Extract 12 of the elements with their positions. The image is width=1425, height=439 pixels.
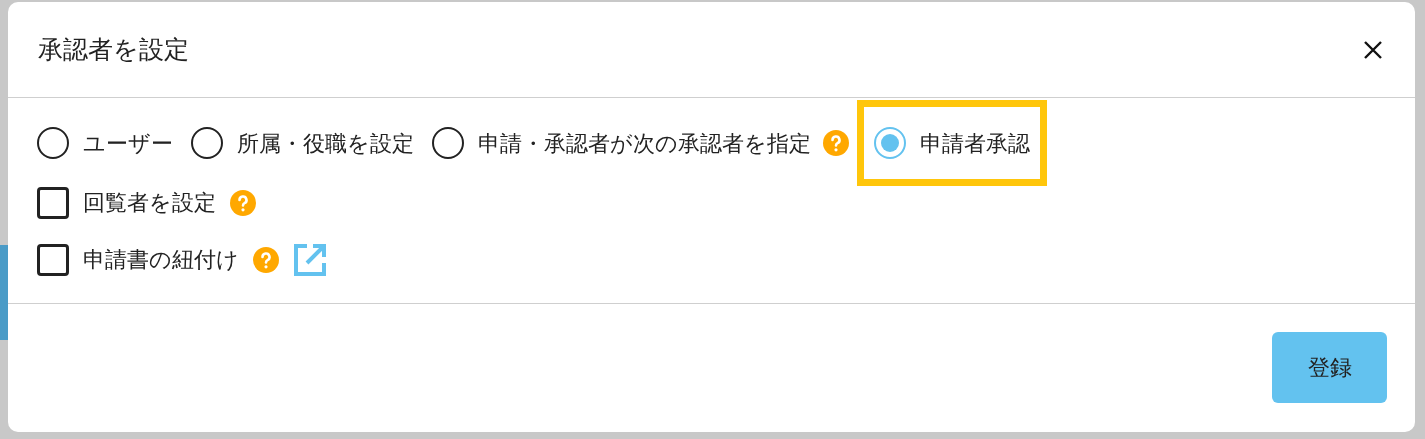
- radio-option[interactable]: 申請・承認者が次の承認者を指定: [432, 126, 811, 160]
- register-button[interactable]: 登録: [1272, 332, 1387, 403]
- external-link-icon[interactable]: [293, 242, 327, 277]
- help-icon[interactable]: [823, 130, 849, 156]
- checkbox-option[interactable]: 申請書の紐付け: [37, 243, 239, 276]
- help-icon[interactable]: [253, 246, 279, 273]
- radio-option[interactable]: 所属・役職を設定: [191, 126, 414, 160]
- radio-option[interactable]: ユーザー: [37, 126, 173, 160]
- checkbox-option[interactable]: 回覧者を設定: [37, 186, 216, 219]
- help-icon[interactable]: [230, 189, 256, 216]
- dialog-title: 承認者を設定: [38, 33, 189, 66]
- radio-option[interactable]: 申請者承認: [874, 126, 1030, 160]
